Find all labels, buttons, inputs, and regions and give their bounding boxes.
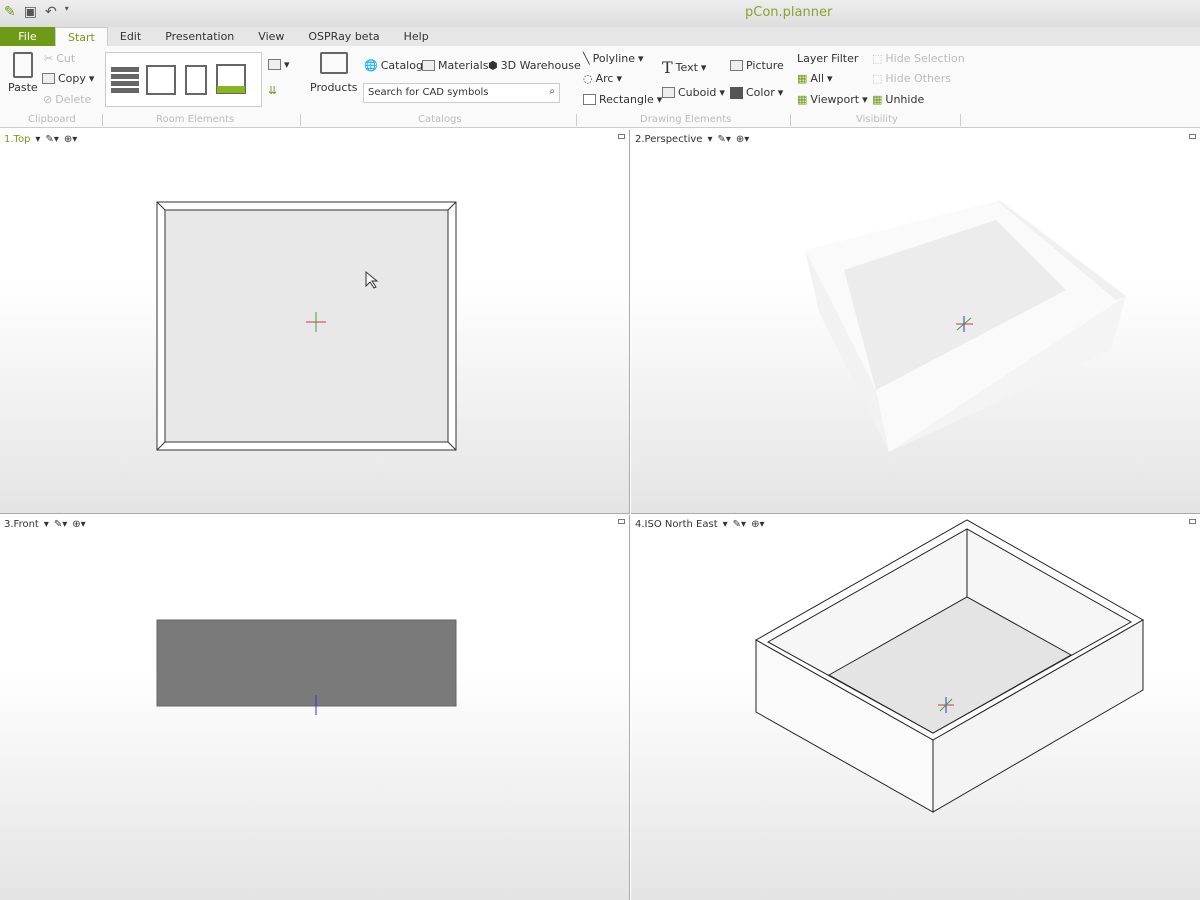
viewport-iso-north-east[interactable]: 4.ISO North East ▾ ✎▾ ⊕▾	[631, 515, 1200, 900]
hide-selection-icon: ⬚	[872, 52, 883, 65]
hide-selection-button[interactable]: ⬚ Hide Selection	[872, 52, 965, 65]
undo-icon[interactable]: ↶	[45, 4, 57, 20]
tab-help[interactable]: Help	[392, 27, 441, 47]
tab-presentation[interactable]: Presentation	[153, 27, 246, 47]
delete-icon: ⊘	[43, 93, 53, 106]
app-title: pCon.planner	[745, 5, 833, 20]
save-icon[interactable]: ▣	[24, 4, 37, 20]
group-label-visibility: Visibility	[856, 114, 898, 125]
rectangle-button[interactable]: Rectangle ▾	[583, 93, 662, 106]
door-icon	[185, 65, 207, 95]
tab-start[interactable]: Start	[55, 27, 108, 47]
viewport-top[interactable]: 1.Top ▾ ✎▾ ⊕▾	[0, 130, 630, 514]
import-icon: ⇊	[268, 84, 278, 97]
cut-button[interactable]: ✂ Cut	[44, 52, 75, 65]
quick-access-dropdown-icon[interactable]: ▾	[65, 4, 69, 20]
delete-button[interactable]: ⊘ Delete	[43, 93, 91, 106]
top-view-drawing	[156, 201, 457, 451]
products-button[interactable]: Products	[310, 52, 358, 94]
front-view-drawing	[156, 619, 457, 715]
layer-viewport-button[interactable]: ▦ Viewport ▾	[797, 93, 868, 106]
materials-button[interactable]: Materials	[422, 59, 488, 72]
search-icon[interactable]: ⌕	[549, 86, 555, 97]
arc-icon: ◌	[583, 72, 593, 85]
catalog-book-icon	[319, 52, 348, 74]
cuboid-button[interactable]: Cuboid ▾	[662, 86, 725, 99]
tab-ospray[interactable]: OSPRay beta	[296, 27, 391, 47]
floor-plan-icon	[146, 65, 176, 95]
clipboard-icon	[12, 52, 33, 78]
tab-edit[interactable]: Edit	[108, 27, 153, 47]
wall-icon	[111, 67, 139, 93]
insert-icon	[268, 59, 281, 70]
unhide-button[interactable]: ▦ Unhide	[872, 93, 924, 106]
hide-others-button[interactable]: ⬚ Hide Others	[872, 72, 951, 85]
cad-search-input[interactable]: Search for CAD symbols ⌕	[363, 83, 560, 103]
tab-file[interactable]: File	[0, 27, 55, 47]
color-swatch-icon	[730, 86, 743, 99]
title-bar: ✎ ▣ ↶ ▾ pCon.planner	[0, 0, 1200, 27]
scissors-icon: ✂	[44, 52, 54, 65]
catalog-button[interactable]: 🌐 Catalog	[364, 59, 423, 72]
polyline-icon: ╲	[583, 52, 590, 65]
copy-icon	[42, 73, 55, 84]
ribbon-tabs: File Start Edit Presentation View OSPRay…	[0, 27, 1200, 47]
rectangle-icon	[583, 94, 596, 105]
text-button[interactable]: T Text ▾	[662, 58, 706, 77]
iso-view-drawing	[754, 519, 1145, 813]
globe-icon: 🌐	[364, 59, 378, 72]
unhide-icon: ▦	[872, 93, 883, 106]
3d-warehouse-button[interactable]: ⬢ 3D Warehouse	[488, 59, 581, 72]
layer-filter-label: Layer Filter	[797, 52, 859, 65]
warehouse-icon: ⬢	[488, 59, 498, 72]
arc-button[interactable]: ◌ Arc ▾	[583, 72, 622, 85]
room-elements-gallery	[105, 52, 262, 107]
materials-icon	[422, 60, 435, 71]
picture-icon	[730, 60, 743, 71]
group-label-room-elements: Room Elements	[156, 114, 235, 125]
ribbon: Paste ✂ Cut Copy ▾ ⊘ Delete Clipboard ▾ ⇊ …	[0, 46, 1200, 128]
text-icon: T	[662, 58, 673, 77]
viewport-perspective[interactable]: 2.Perspective ▾ ✎▾ ⊕▾	[631, 130, 1200, 514]
viewport-grid-icon: ▦	[797, 93, 808, 106]
group-label-drawing: Drawing Elements	[640, 114, 732, 125]
hide-others-icon: ⬚	[872, 72, 883, 85]
cuboid-icon	[662, 87, 675, 98]
app-logo-icon: ✎	[4, 4, 16, 20]
group-label-clipboard: Clipboard	[28, 114, 76, 125]
import-button[interactable]: ⇊	[268, 84, 277, 97]
tab-view[interactable]: View	[246, 27, 296, 47]
picture-button[interactable]: Picture	[730, 59, 784, 72]
paste-button[interactable]: Paste	[8, 52, 38, 94]
insert-dropdown[interactable]: ▾	[268, 58, 290, 71]
color-button[interactable]: Color ▾	[730, 86, 783, 99]
copy-button[interactable]: Copy ▾	[42, 72, 94, 85]
grid-icon: ▦	[797, 72, 808, 85]
layer-all-button[interactable]: ▦ All ▾	[797, 72, 833, 85]
group-label-catalogs: Catalogs	[418, 114, 462, 125]
polyline-button[interactable]: ╲ Polyline ▾	[583, 52, 644, 65]
viewport-front[interactable]: 3.Front ▾ ✎▾ ⊕▾	[0, 515, 630, 900]
perspective-drawing	[805, 200, 1126, 452]
